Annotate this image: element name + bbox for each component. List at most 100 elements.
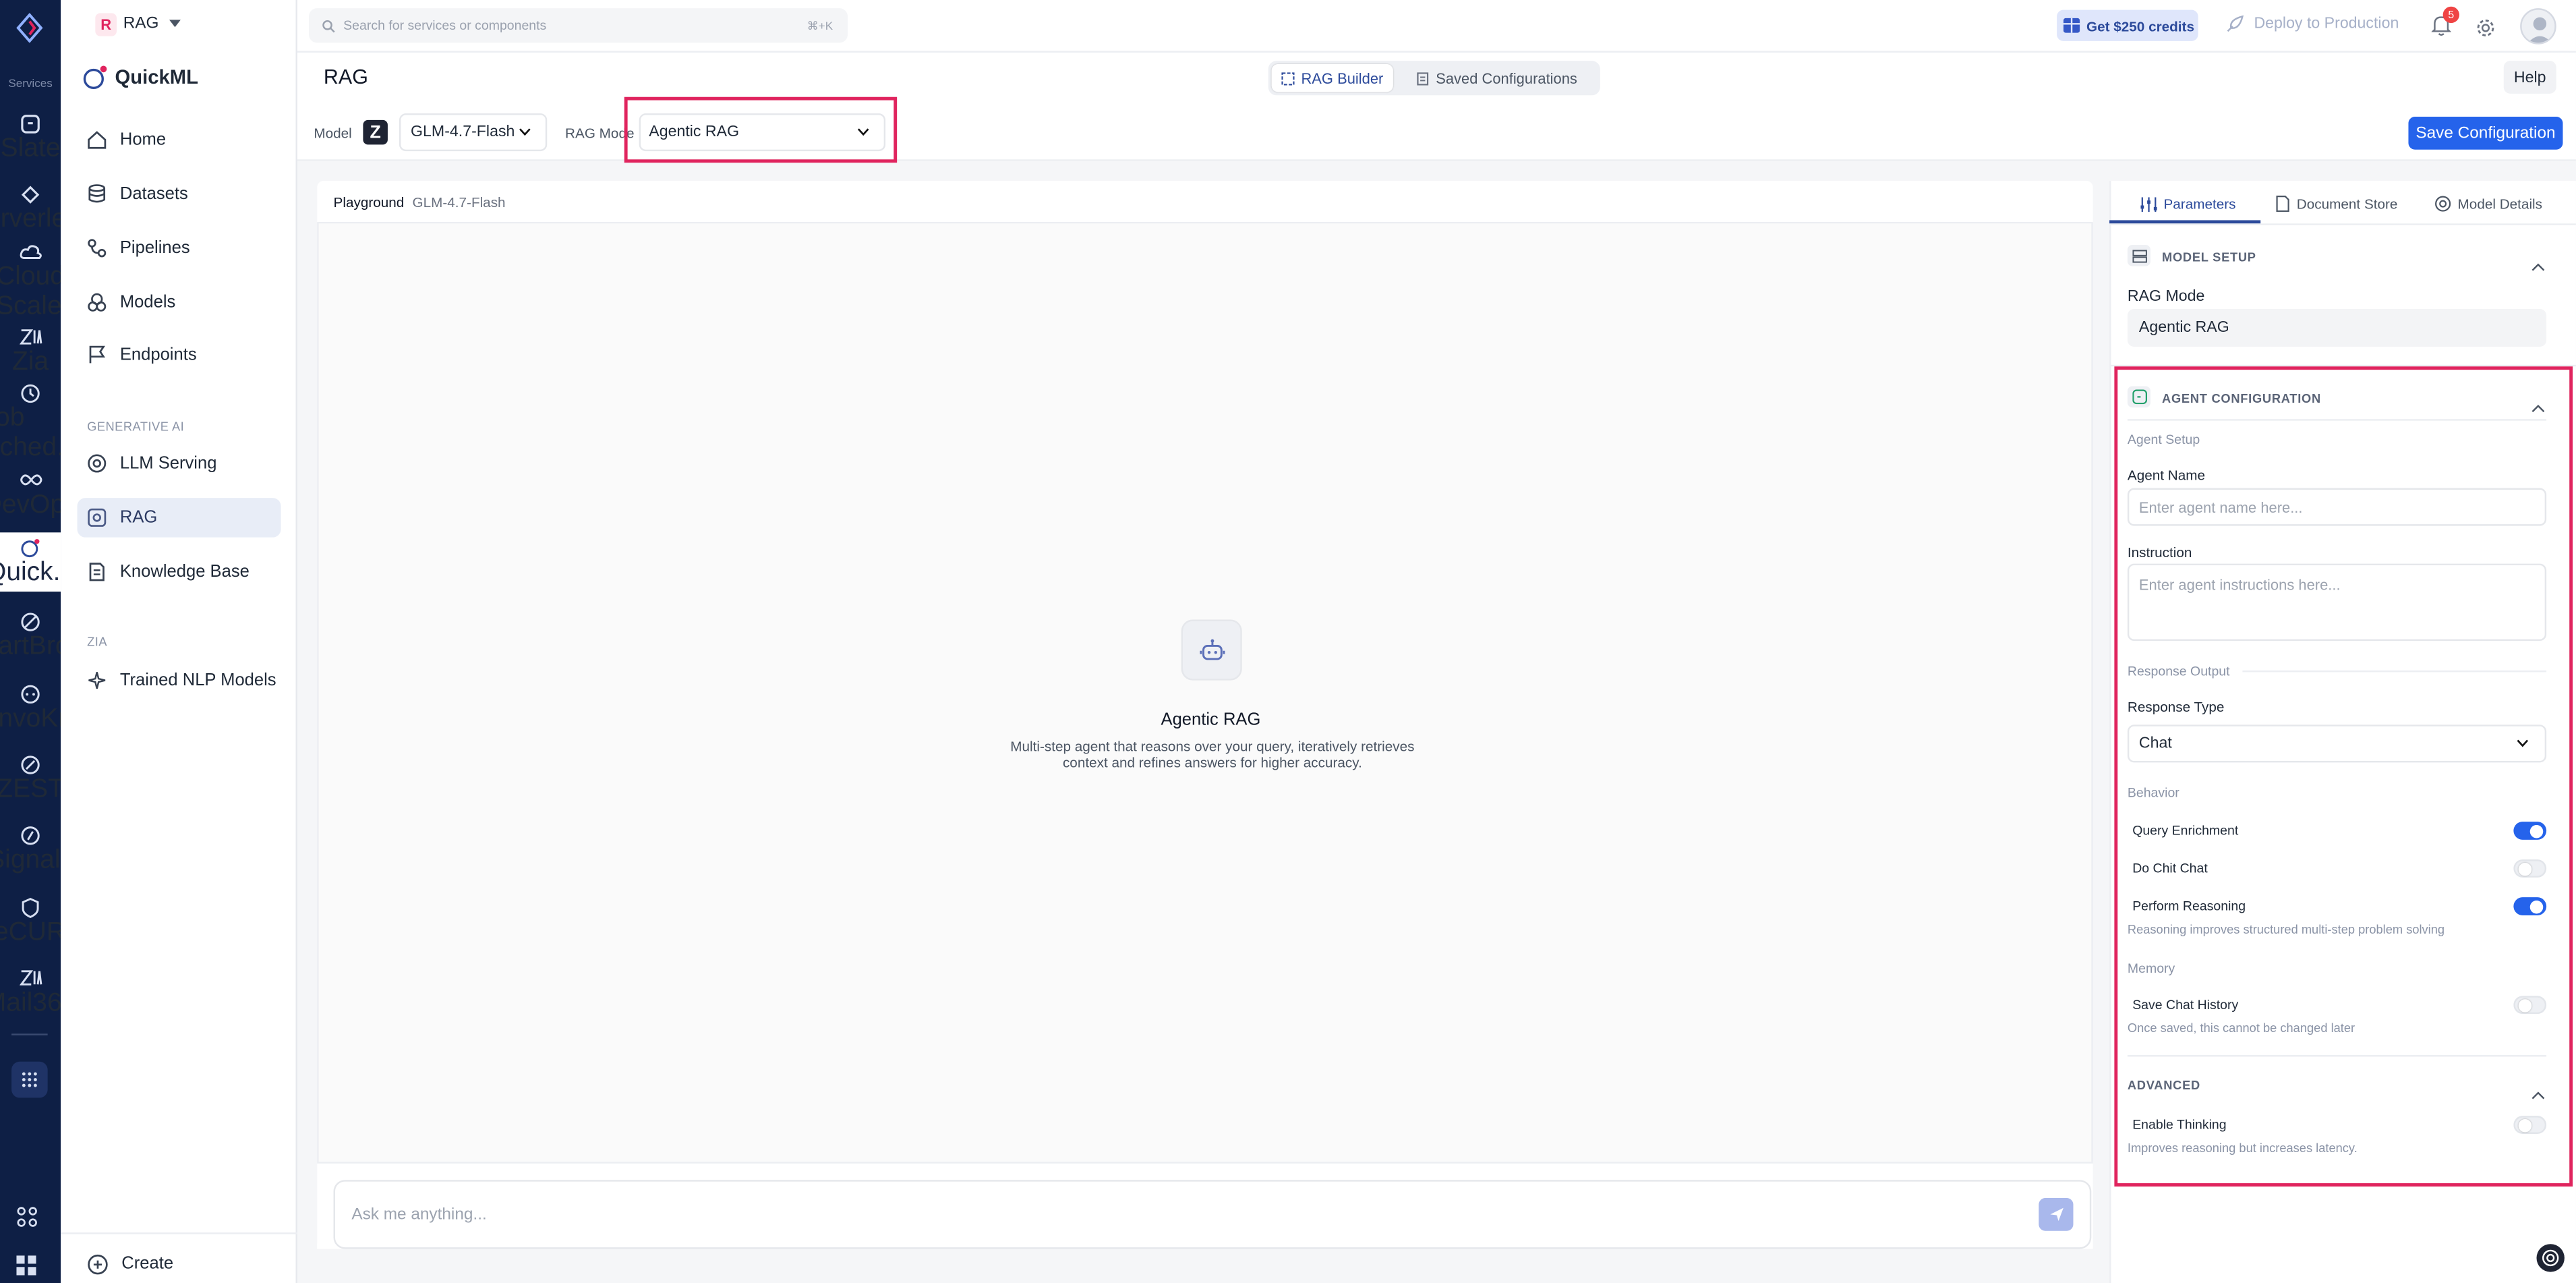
apps-grid-icon[interactable] bbox=[11, 1061, 48, 1098]
chevron-down-icon bbox=[519, 128, 531, 136]
integrations-icon[interactable] bbox=[16, 1206, 38, 1236]
rail-divider bbox=[11, 1033, 48, 1035]
app-initial-badge: R bbox=[95, 13, 117, 36]
search-icon bbox=[322, 19, 335, 32]
brand[interactable]: QuickML bbox=[82, 64, 198, 90]
smartbrowz-icon bbox=[19, 610, 42, 633]
sliders-icon bbox=[2140, 196, 2157, 212]
page-title: RAG bbox=[323, 65, 368, 89]
caret-down-icon bbox=[169, 20, 181, 28]
empty-state-desc-1: Multi-step agent that reasons over your … bbox=[1010, 737, 1415, 755]
dashboard-icon[interactable] bbox=[16, 1254, 36, 1283]
search-input[interactable]: Search for services or components ⌘+K bbox=[309, 8, 848, 43]
sidebar-item-rag[interactable]: RAG bbox=[77, 498, 281, 538]
rail-item-signals[interactable]: Signals bbox=[0, 815, 74, 884]
serverless-icon bbox=[19, 182, 42, 205]
sidebar-item-trained-nlp-models[interactable]: Trained NLP Models bbox=[78, 660, 281, 700]
section-generative-ai: GENERATIVE AI bbox=[87, 419, 185, 434]
rail-item-zia[interactable]: Zia bbox=[0, 317, 61, 386]
avatar[interactable] bbox=[2520, 8, 2556, 45]
model-setup-rag-mode-label: RAG Mode bbox=[2127, 287, 2205, 306]
sidebar-item-models[interactable]: Models bbox=[78, 283, 281, 322]
rag-mode-highlight bbox=[624, 96, 898, 163]
model-label: Model bbox=[314, 125, 352, 142]
rocket-icon bbox=[2227, 15, 2244, 32]
playground-model: GLM-4.7-Flash bbox=[412, 194, 506, 210]
gear-icon[interactable] bbox=[2476, 16, 2495, 46]
target-icon bbox=[2435, 196, 2451, 212]
sidebar-item-llm-serving[interactable]: LLM Serving bbox=[78, 444, 281, 483]
playground-label: Playground bbox=[333, 194, 405, 210]
create-button[interactable]: Create bbox=[78, 1244, 281, 1283]
plus-circle-icon bbox=[88, 1253, 108, 1274]
database-icon bbox=[88, 184, 106, 203]
save-configuration-button[interactable]: Save Configuration bbox=[2408, 116, 2563, 150]
rail-item-quickml[interactable]: Quick... bbox=[0, 532, 75, 592]
rag-icon bbox=[88, 508, 107, 527]
rail-item-zecure[interactable]: ZeCURE bbox=[0, 888, 83, 957]
chevron-up-icon[interactable] bbox=[2531, 250, 2545, 279]
credits-button[interactable]: Get $250 credits bbox=[2057, 9, 2198, 41]
sidebar-item-knowledge-base[interactable]: Knowledge Base bbox=[78, 552, 281, 592]
infinity-icon bbox=[19, 468, 42, 491]
pipeline-icon bbox=[88, 239, 107, 258]
sidebar-item-datasets[interactable]: Datasets bbox=[78, 174, 281, 213]
model-setup-rag-mode-value: Agentic RAG bbox=[2127, 309, 2547, 347]
mail360-icon bbox=[19, 966, 42, 989]
catalyst-logo-icon[interactable] bbox=[15, 12, 45, 51]
zhipu-logo-icon: Z bbox=[363, 119, 388, 145]
server-icon bbox=[2127, 244, 2150, 266]
section-zia: ZIA bbox=[87, 634, 108, 650]
deploy-button[interactable]: Deploy to Production bbox=[2226, 15, 2399, 33]
document-icon bbox=[2276, 196, 2289, 212]
notification-badge: 5 bbox=[2442, 6, 2459, 24]
rail-item-devops[interactable]: DevOps bbox=[0, 460, 78, 529]
rail-item-serverless[interactable]: Serverless bbox=[0, 174, 92, 243]
quickml-logo-icon bbox=[83, 65, 107, 90]
gift-icon bbox=[2063, 18, 2080, 33]
model-setup-title: MODEL SETUP bbox=[2162, 250, 2256, 265]
sidebar-item-pipelines[interactable]: Pipelines bbox=[78, 229, 281, 268]
chat-input[interactable]: Ask me anything... bbox=[333, 1180, 2092, 1249]
zest-icon bbox=[19, 753, 42, 776]
help-button[interactable]: Help bbox=[2503, 61, 2556, 94]
sparkle-icon bbox=[88, 672, 106, 689]
rail-item-cloud-scale[interactable]: Cloud Scale bbox=[0, 244, 65, 320]
rail-services-label: Services bbox=[8, 78, 53, 90]
playground-header bbox=[317, 180, 2093, 224]
builder-icon bbox=[1281, 72, 1295, 85]
shield-icon bbox=[19, 896, 42, 919]
model-select[interactable]: GLM-4.7-Flash bbox=[399, 113, 548, 152]
send-button[interactable] bbox=[2039, 1197, 2074, 1231]
signals-icon bbox=[19, 824, 42, 847]
tab-saved-configurations[interactable]: Saved Configurations bbox=[1406, 64, 1587, 92]
view-switcher: RAG Builder Saved Configurations bbox=[1268, 61, 1600, 96]
agent-configuration-highlight bbox=[2114, 366, 2573, 1187]
rail-item-zest[interactable]: ZEST bbox=[0, 745, 64, 814]
rail-item-slate[interactable]: Slate bbox=[0, 103, 61, 172]
brand-name: QuickML bbox=[115, 65, 198, 89]
rail-item-convokraft[interactable]: ConvoKraft bbox=[0, 674, 96, 743]
rail-item-smartbrowz[interactable]: SmartBrowz bbox=[0, 602, 102, 671]
support-button[interactable] bbox=[2536, 1244, 2565, 1272]
send-icon bbox=[2049, 1207, 2063, 1222]
sidebar-item-endpoints[interactable]: Endpoints bbox=[78, 335, 281, 374]
document-icon bbox=[89, 563, 105, 581]
sidebar-item-home[interactable]: Home bbox=[78, 120, 281, 159]
sidebar-divider bbox=[61, 1232, 297, 1234]
tabs-divider bbox=[2109, 223, 2576, 225]
robot-icon bbox=[1181, 619, 1242, 681]
rail-item-job-scheduler[interactable]: Job Sched... bbox=[0, 383, 79, 461]
clock-icon bbox=[19, 382, 42, 403]
lifebuoy-icon bbox=[2542, 1249, 2559, 1267]
llm-icon bbox=[88, 454, 107, 473]
slate-icon bbox=[19, 112, 42, 135]
tab-model-details[interactable]: Model Details bbox=[2434, 184, 2542, 223]
empty-state-desc-2: context and refines answers for higher a… bbox=[1062, 754, 1362, 771]
tab-document-store[interactable]: Document Store bbox=[2275, 184, 2397, 223]
app-switcher[interactable]: RAG bbox=[123, 15, 181, 33]
tab-rag-builder[interactable]: RAG Builder bbox=[1271, 64, 1393, 92]
tab-parameters[interactable]: Parameters bbox=[2140, 184, 2236, 223]
saved-icon bbox=[1417, 72, 1429, 85]
rail-item-mail360[interactable]: Mail360 bbox=[0, 958, 76, 1027]
